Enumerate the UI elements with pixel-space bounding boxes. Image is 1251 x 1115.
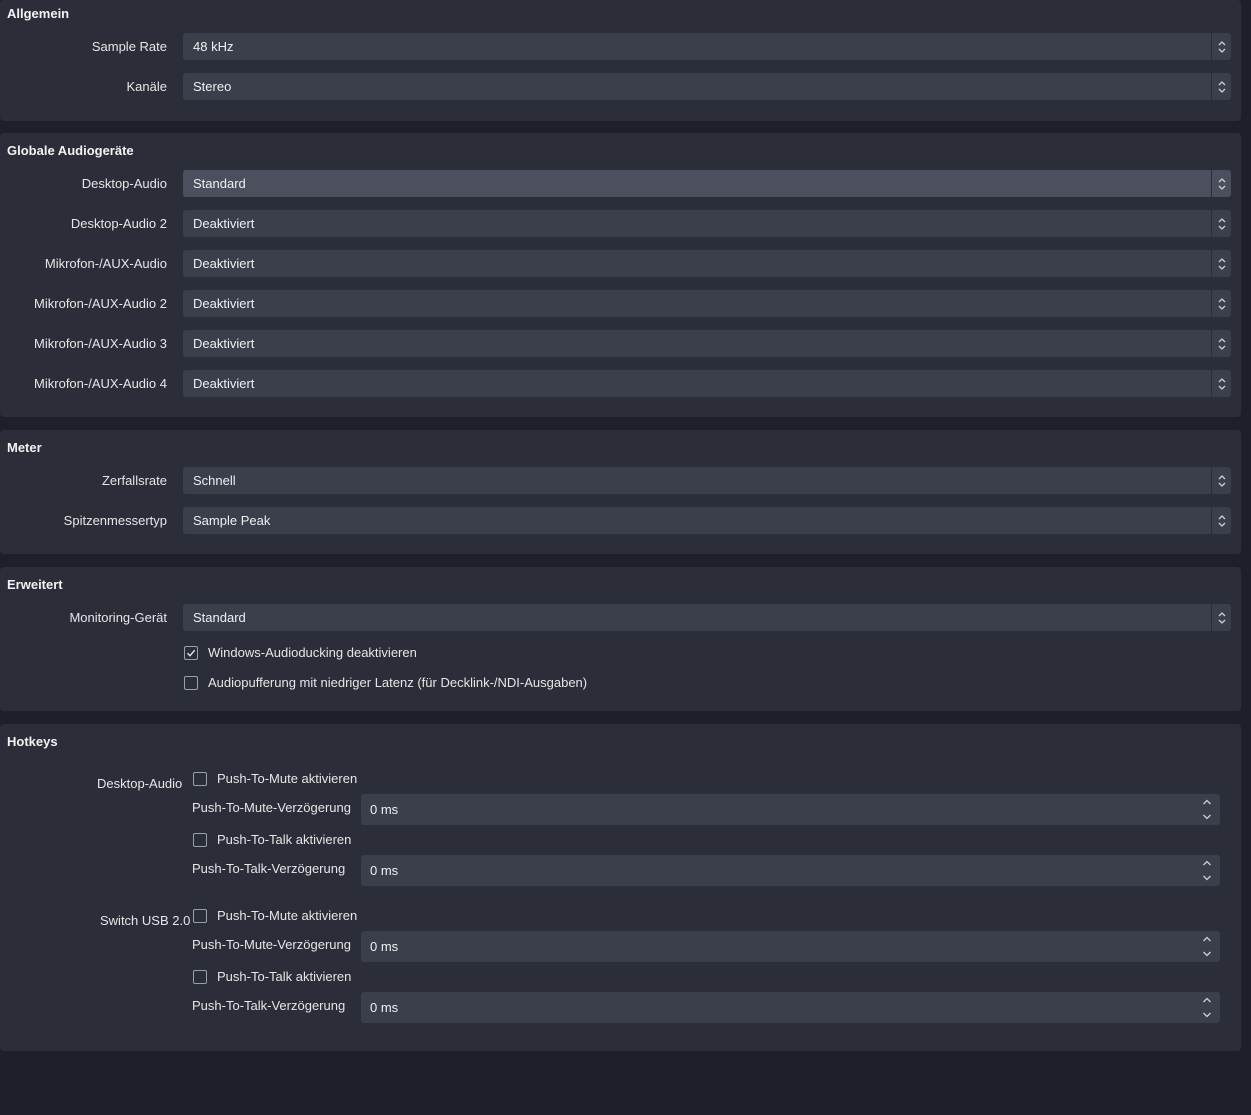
group-meter: Meter Zerfallsrate Schnell Spitzenmesser…	[0, 430, 1241, 554]
sample-rate-value: 48 kHz	[193, 39, 234, 54]
push-to-talk-delay-label: Push-To-Talk-Verzögerung	[192, 998, 346, 1013]
push-to-mute-delay-spinbox[interactable]: 0 ms	[361, 794, 1220, 825]
decay-rate-label: Zerfallsrate	[101, 473, 167, 488]
spin-updown-icon[interactable]	[1200, 934, 1214, 959]
push-to-mute-delay-label: Push-To-Mute-Verzögerung	[192, 800, 351, 815]
push-to-mute-delay-label: Push-To-Mute-Verzögerung	[192, 937, 351, 952]
updown-chevron-icon	[1211, 290, 1231, 317]
hotkey-source-name: Desktop-Audio	[97, 776, 183, 791]
push-to-mute-delay-value: 0 ms	[370, 802, 399, 817]
device-value: Deaktiviert	[193, 376, 255, 391]
push-to-mute-delay-spinbox[interactable]: 0 ms	[361, 931, 1220, 962]
device-value: Deaktiviert	[193, 336, 255, 351]
device-select-mic-aux[interactable]: Deaktiviert	[183, 250, 1231, 277]
push-to-talk-delay-spinbox[interactable]: 0 ms	[361, 992, 1220, 1023]
group-title-meter: Meter	[7, 440, 42, 455]
push-to-mute-label: Push-To-Mute aktivieren	[217, 908, 358, 923]
kanaele-select[interactable]: Stereo	[183, 73, 1231, 100]
push-to-mute-checkbox[interactable]	[193, 772, 207, 786]
push-to-mute-checkbox[interactable]	[193, 909, 207, 923]
push-to-talk-delay-value: 0 ms	[370, 1000, 399, 1015]
updown-chevron-icon	[1211, 330, 1231, 357]
hotkey-source-name: Switch USB 2.0	[100, 913, 191, 928]
low-latency-checkbox[interactable]	[184, 676, 198, 690]
push-to-talk-delay-value: 0 ms	[370, 863, 399, 878]
updown-chevron-icon	[1211, 170, 1231, 197]
group-title-allgemein: Allgemein	[7, 6, 70, 21]
sample-rate-select[interactable]: 48 kHz	[183, 33, 1231, 60]
peak-meter-type-label: Spitzenmessertyp	[63, 513, 167, 528]
device-value: Deaktiviert	[193, 296, 255, 311]
device-select-mic-aux-2[interactable]: Deaktiviert	[183, 290, 1231, 317]
disable-ducking-checkbox[interactable]	[184, 646, 198, 660]
monitoring-device-label: Monitoring-Gerät	[69, 610, 167, 625]
group-global-audio-devices: Globale Audiogeräte Desktop-Audio Standa…	[0, 133, 1241, 417]
peak-meter-type-select[interactable]: Sample Peak	[183, 507, 1231, 534]
group-title-erweitert: Erweitert	[7, 577, 63, 592]
decay-rate-value: Schnell	[193, 473, 236, 488]
updown-chevron-icon	[1211, 507, 1231, 534]
monitoring-device-value: Standard	[193, 610, 246, 625]
updown-chevron-icon	[1211, 604, 1231, 631]
group-title-hotkeys: Hotkeys	[7, 734, 58, 749]
updown-chevron-icon	[1211, 467, 1231, 494]
kanaele-label: Kanäle	[126, 79, 167, 94]
device-label-mic-aux: Mikrofon-/AUX-Audio	[44, 256, 167, 271]
device-select-mic-aux-4[interactable]: Deaktiviert	[183, 370, 1231, 397]
push-to-talk-checkbox[interactable]	[193, 970, 207, 984]
device-label-desktop-audio-2: Desktop-Audio 2	[70, 216, 167, 231]
spin-updown-icon[interactable]	[1200, 995, 1214, 1020]
disable-ducking-label: Windows-Audioducking deaktivieren	[208, 645, 417, 660]
monitoring-device-select[interactable]: Standard	[183, 604, 1231, 631]
updown-chevron-icon	[1211, 250, 1231, 277]
device-select-mic-aux-3[interactable]: Deaktiviert	[183, 330, 1231, 357]
group-hotkeys: Hotkeys Desktop-Audio Push-To-Mute aktiv…	[0, 724, 1241, 1051]
updown-chevron-icon	[1211, 33, 1231, 60]
group-allgemein: Allgemein Sample Rate 48 kHz Kanäle Ster…	[0, 0, 1241, 121]
push-to-talk-delay-spinbox[interactable]: 0 ms	[361, 855, 1220, 886]
device-label-desktop-audio: Desktop-Audio	[81, 176, 167, 191]
kanaele-value: Stereo	[193, 79, 232, 94]
device-select-desktop-audio-2[interactable]: Deaktiviert	[183, 210, 1231, 237]
spin-updown-icon[interactable]	[1200, 858, 1214, 883]
updown-chevron-icon	[1211, 73, 1231, 100]
push-to-mute-label: Push-To-Mute aktivieren	[217, 771, 358, 786]
push-to-talk-checkbox[interactable]	[193, 833, 207, 847]
device-value: Deaktiviert	[193, 216, 255, 231]
updown-chevron-icon	[1211, 210, 1231, 237]
device-value: Standard	[193, 176, 246, 191]
peak-meter-type-value: Sample Peak	[193, 513, 271, 528]
decay-rate-select[interactable]: Schnell	[183, 467, 1231, 494]
low-latency-label: Audiopufferung mit niedriger Latenz (für…	[208, 675, 588, 690]
push-to-talk-label: Push-To-Talk aktivieren	[217, 832, 352, 847]
spin-updown-icon[interactable]	[1200, 797, 1214, 822]
sample-rate-label: Sample Rate	[91, 39, 167, 54]
device-label-mic-aux-2: Mikrofon-/AUX-Audio 2	[34, 296, 167, 311]
checkmark-icon	[187, 649, 196, 657]
group-title-devices: Globale Audiogeräte	[7, 143, 134, 158]
push-to-talk-label: Push-To-Talk aktivieren	[217, 969, 352, 984]
device-label-mic-aux-3: Mikrofon-/AUX-Audio 3	[34, 336, 167, 351]
push-to-talk-delay-label: Push-To-Talk-Verzögerung	[192, 861, 346, 876]
device-select-desktop-audio[interactable]: Standard	[183, 170, 1231, 197]
device-label-mic-aux-4: Mikrofon-/AUX-Audio 4	[34, 376, 167, 391]
group-erweitert: Erweitert Monitoring-Gerät Standard Wind…	[0, 567, 1241, 711]
device-value: Deaktiviert	[193, 256, 255, 271]
updown-chevron-icon	[1211, 370, 1231, 397]
push-to-mute-delay-value: 0 ms	[370, 939, 399, 954]
